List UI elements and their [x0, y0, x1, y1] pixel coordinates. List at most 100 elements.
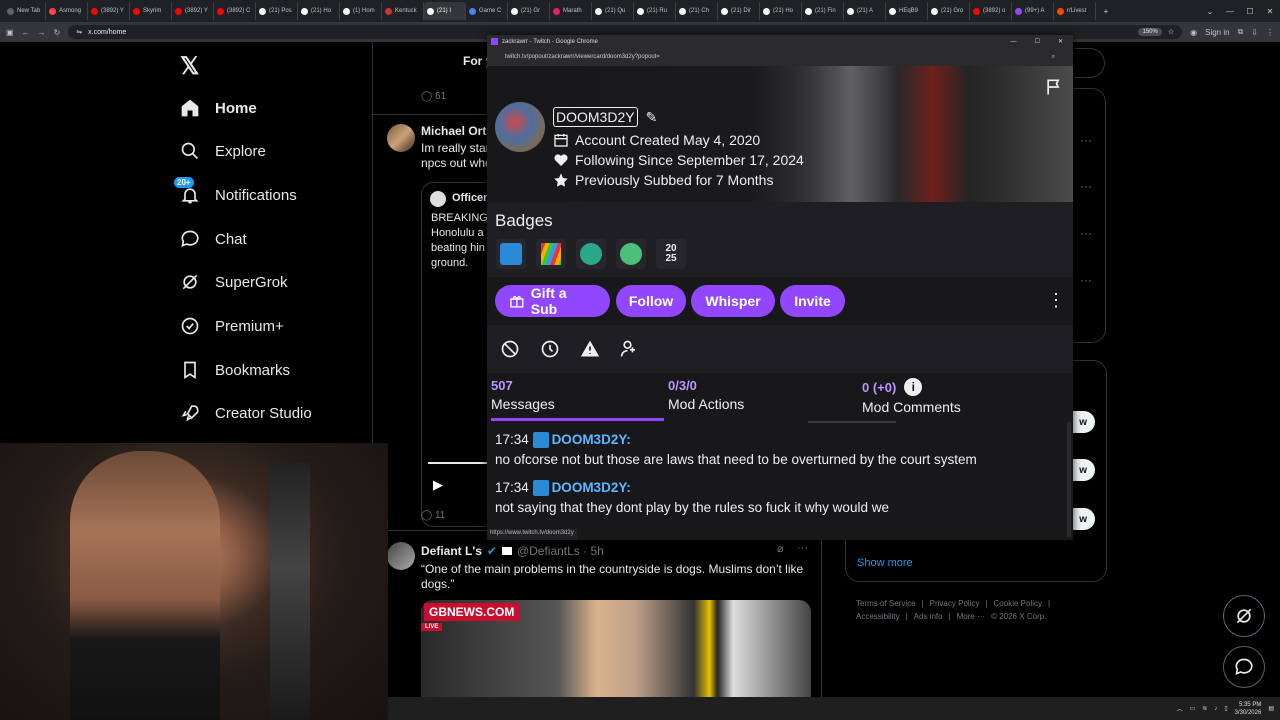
zoom-indicator[interactable]: 150% [1138, 28, 1162, 36]
back-icon[interactable]: ← [22, 28, 30, 37]
reload-icon[interactable]: ↻ [54, 28, 61, 37]
trend-more-icon[interactable]: ··· [1080, 133, 1092, 147]
maximize-icon[interactable]: ☐ [1240, 7, 1260, 16]
browser-tab[interactable]: r/Livest [1054, 2, 1096, 20]
stat-mod-actions[interactable]: 0/3/0 Mod Actions [668, 378, 744, 412]
browser-tab[interactable]: (1) Hom [340, 2, 382, 20]
reply-count-2[interactable]: ◯ 11 [421, 510, 445, 521]
grok-fab[interactable] [1223, 595, 1265, 637]
browser-menu-icon[interactable]: ⋮ [1266, 28, 1274, 37]
more-options-icon[interactable]: ⋮ [1047, 290, 1065, 311]
profile-icon[interactable]: ◉ [1190, 28, 1197, 37]
browser-tab[interactable]: (21) Ch [676, 2, 718, 20]
browser-tab[interactable]: (21) A [844, 2, 886, 20]
creature-badge-icon[interactable] [576, 239, 606, 269]
sign-in-button[interactable]: Sign in [1205, 28, 1229, 37]
browser-tab[interactable]: Game C [466, 2, 508, 20]
browser-tab[interactable]: (99+) A [1012, 2, 1054, 20]
chat-fab[interactable] [1223, 646, 1265, 688]
play-icon[interactable]: ▶ [433, 477, 443, 493]
ban-icon[interactable] [500, 339, 520, 364]
grok-icon[interactable]: ⌀ [777, 542, 784, 555]
footer-terms[interactable]: Terms of Service [856, 599, 916, 608]
forward-icon[interactable]: → [38, 28, 46, 37]
browser-tab[interactable]: (3892) C [214, 2, 256, 20]
minimize-icon[interactable]: — [1011, 39, 1017, 45]
browser-tab[interactable]: Asmong [46, 2, 88, 20]
video-thumbnail[interactable]: GBNEWS.COM LIVE [421, 600, 811, 697]
wifi-icon[interactable]: ≋ [1202, 705, 1207, 712]
browser-tab[interactable]: (21) Gro [928, 2, 970, 20]
message-username[interactable]: DOOM3D2Y: [552, 432, 631, 447]
close-icon[interactable]: ✕ [1260, 7, 1280, 16]
extensions-icon[interactable]: ⧉ [1238, 27, 1244, 37]
follow-button[interactable]: Follow [616, 285, 686, 317]
browser-tab[interactable]: (21) I [424, 2, 466, 20]
download-icon[interactable]: ⇩ [1251, 28, 1258, 37]
edit-pencil-icon[interactable]: ✎ [646, 109, 658, 126]
warning-icon[interactable] [580, 339, 600, 364]
tweet-handle[interactable]: @DefiantLs · 5h [517, 544, 604, 558]
maximize-icon[interactable]: ☐ [1035, 38, 1040, 45]
tweet-author[interactable]: Defiant L's [421, 544, 482, 558]
tab-search-icon[interactable]: ⌄ [1200, 7, 1220, 16]
browser-tab[interactable]: (21) Qu [592, 2, 634, 20]
browser-tab[interactable]: (3892) Y [88, 2, 130, 20]
nav-notifications[interactable]: 20+ Notifications [174, 177, 297, 205]
scrollbar[interactable] [1067, 422, 1071, 537]
info-icon[interactable]: i [904, 378, 923, 396]
nav-creator-studio[interactable]: Creator Studio [180, 403, 312, 423]
network-icon[interactable]: ▭ [1190, 705, 1196, 712]
quoted-author[interactable]: Officer [452, 192, 487, 204]
nav-chat[interactable]: Chat [180, 229, 247, 249]
zoom-icon[interactable]: ⌕ [1052, 54, 1055, 61]
site-info-icon[interactable]: ⇋ [76, 28, 82, 36]
footer-more[interactable]: More ··· [957, 612, 985, 621]
new-tab-button[interactable]: + [1096, 7, 1116, 16]
viewer-username[interactable]: DOOM3D2Y [553, 107, 638, 127]
tweet-author[interactable]: Michael Orth [421, 124, 494, 138]
avatar[interactable] [495, 102, 545, 152]
browser-tab[interactable]: (21) Ho [760, 2, 802, 20]
browser-tab[interactable]: (21) Fin [802, 2, 844, 20]
trend-more-icon[interactable]: ··· [1080, 226, 1092, 240]
browser-tab[interactable]: (21) Gr [508, 2, 550, 20]
avatar[interactable] [387, 542, 415, 570]
minimize-icon[interactable]: — [1220, 7, 1240, 16]
close-icon[interactable]: ✕ [1058, 38, 1063, 45]
browser-tab[interactable]: Kentuck [382, 2, 424, 20]
invite-button[interactable]: Invite [780, 285, 845, 317]
browser-tab[interactable]: (21) Ru [634, 2, 676, 20]
volume-icon[interactable]: ♪ [1214, 706, 1217, 712]
bookmark-star-icon[interactable]: ☆ [1168, 28, 1174, 36]
nav-explore[interactable]: Explore [180, 141, 266, 161]
footer-accessibility[interactable]: Accessibility [856, 612, 900, 621]
stat-mod-comments[interactable]: 0 (+0) i Mod Comments [862, 378, 961, 415]
sidebar-toggle-icon[interactable]: ▣ [6, 28, 14, 37]
browser-tab[interactable]: Marath [550, 2, 592, 20]
browser-tab[interactable]: New Tab [4, 2, 46, 20]
footer-privacy[interactable]: Privacy Policy [930, 599, 980, 608]
avatar[interactable] [387, 124, 415, 152]
footer-cookie[interactable]: Cookie Policy [994, 599, 1042, 608]
report-flag-icon[interactable] [1044, 77, 1064, 102]
whisper-button[interactable]: Whisper [691, 285, 775, 317]
browser-tab[interactable]: (3892) o [970, 2, 1012, 20]
footer-ads-info[interactable]: Ads info [914, 612, 943, 621]
more-icon[interactable]: ··· [797, 542, 808, 554]
browser-tab[interactable]: HEqB9 [886, 2, 928, 20]
tray-chevron-icon[interactable]: ︿ [1177, 704, 1183, 713]
trend-more-icon[interactable]: ··· [1080, 273, 1092, 287]
stat-messages[interactable]: 507 Messages [491, 378, 555, 412]
notification-center-icon[interactable]: ▤ [1268, 705, 1274, 712]
nav-home[interactable]: Home [180, 98, 257, 118]
browser-tab[interactable]: (21) Dir [718, 2, 760, 20]
search-box-edge[interactable] [1075, 48, 1105, 78]
browser-tab[interactable]: (21) Ho [298, 2, 340, 20]
browser-tab[interactable]: (21) Pos [256, 2, 298, 20]
reply-count[interactable]: ◯ 61 [421, 91, 446, 102]
timeout-clock-icon[interactable] [540, 339, 560, 364]
message-username[interactable]: DOOM3D2Y: [552, 480, 631, 495]
battery-icon[interactable]: ▯ [1224, 705, 1227, 712]
browser-tab[interactable]: Skyrim [130, 2, 172, 20]
